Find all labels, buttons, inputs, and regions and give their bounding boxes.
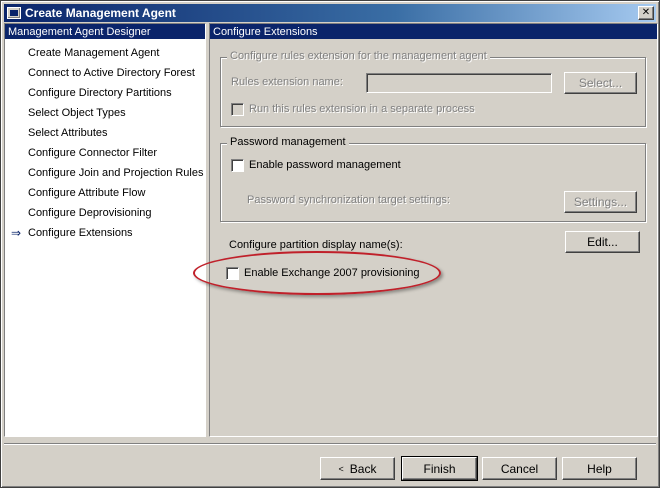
configure-extensions-header: Configure Extensions	[210, 24, 657, 39]
password-management-group: Password management Enable password mana…	[220, 136, 646, 222]
highlight-ellipse	[193, 251, 441, 295]
cancel-button[interactable]: Cancel	[482, 457, 557, 480]
help-button[interactable]: Help	[562, 457, 637, 480]
nav-item-select-attributes[interactable]: Select Attributes	[5, 123, 205, 143]
nav-item-directory-partitions[interactable]: Configure Directory Partitions	[5, 83, 205, 103]
close-button[interactable]: ✕	[638, 6, 654, 20]
title-bar: Create Management Agent ✕	[4, 4, 656, 22]
window-app-icon	[7, 7, 21, 19]
designer-nav-header: Management Agent Designer	[5, 24, 205, 39]
configure-extensions-pane: Configure Extensions Configure rules ext…	[209, 23, 658, 437]
window-title: Create Management Agent	[25, 6, 176, 20]
select-extension-button[interactable]: Select...	[564, 72, 637, 94]
edit-button[interactable]: Edit...	[565, 231, 640, 253]
designer-step-list: Create Management Agent Connect to Activ…	[5, 39, 205, 243]
back-arrow-icon: <	[338, 463, 344, 474]
current-step-arrow-icon: ⇒	[11, 226, 22, 240]
nav-item-connect-forest[interactable]: Connect to Active Directory Forest	[5, 63, 205, 83]
back-button[interactable]: < Back	[320, 457, 395, 480]
nav-item-deprovisioning[interactable]: Configure Deprovisioning	[5, 203, 205, 223]
rules-extension-legend: Configure rules extension for the manage…	[227, 50, 490, 62]
nav-item-configure-extensions[interactable]: ⇒ Configure Extensions	[5, 223, 205, 243]
password-management-legend: Password management	[227, 136, 349, 148]
nav-item-attribute-flow[interactable]: Configure Attribute Flow	[5, 183, 205, 203]
settings-button[interactable]: Settings...	[564, 191, 637, 213]
separate-process-checkbox[interactable]	[231, 103, 244, 116]
button-bar-separator	[4, 443, 656, 445]
partition-display-name-label: Configure partition display name(s):	[229, 239, 403, 251]
finish-button[interactable]: Finish	[401, 456, 478, 481]
nav-item-connector-filter[interactable]: Configure Connector Filter	[5, 143, 205, 163]
rules-extension-name-field[interactable]	[366, 73, 552, 93]
enable-password-management-label: Enable password management	[249, 159, 401, 171]
nav-item-create-management-agent[interactable]: Create Management Agent	[5, 43, 205, 63]
rules-extension-name-label: Rules extension name:	[231, 76, 343, 88]
separate-process-label: Run this rules extension in a separate p…	[249, 103, 475, 115]
nav-item-object-types[interactable]: Select Object Types	[5, 103, 205, 123]
password-sync-target-label: Password synchronization target settings…	[247, 194, 450, 206]
designer-nav-pane: Management Agent Designer Create Managem…	[4, 23, 206, 437]
rules-extension-group: Configure rules extension for the manage…	[220, 50, 646, 127]
nav-item-join-projection[interactable]: Configure Join and Projection Rules	[5, 163, 205, 183]
create-management-agent-window: Create Management Agent ✕ Management Age…	[0, 0, 660, 488]
enable-password-management-checkbox[interactable]	[231, 159, 244, 172]
close-icon: ✕	[641, 7, 651, 18]
